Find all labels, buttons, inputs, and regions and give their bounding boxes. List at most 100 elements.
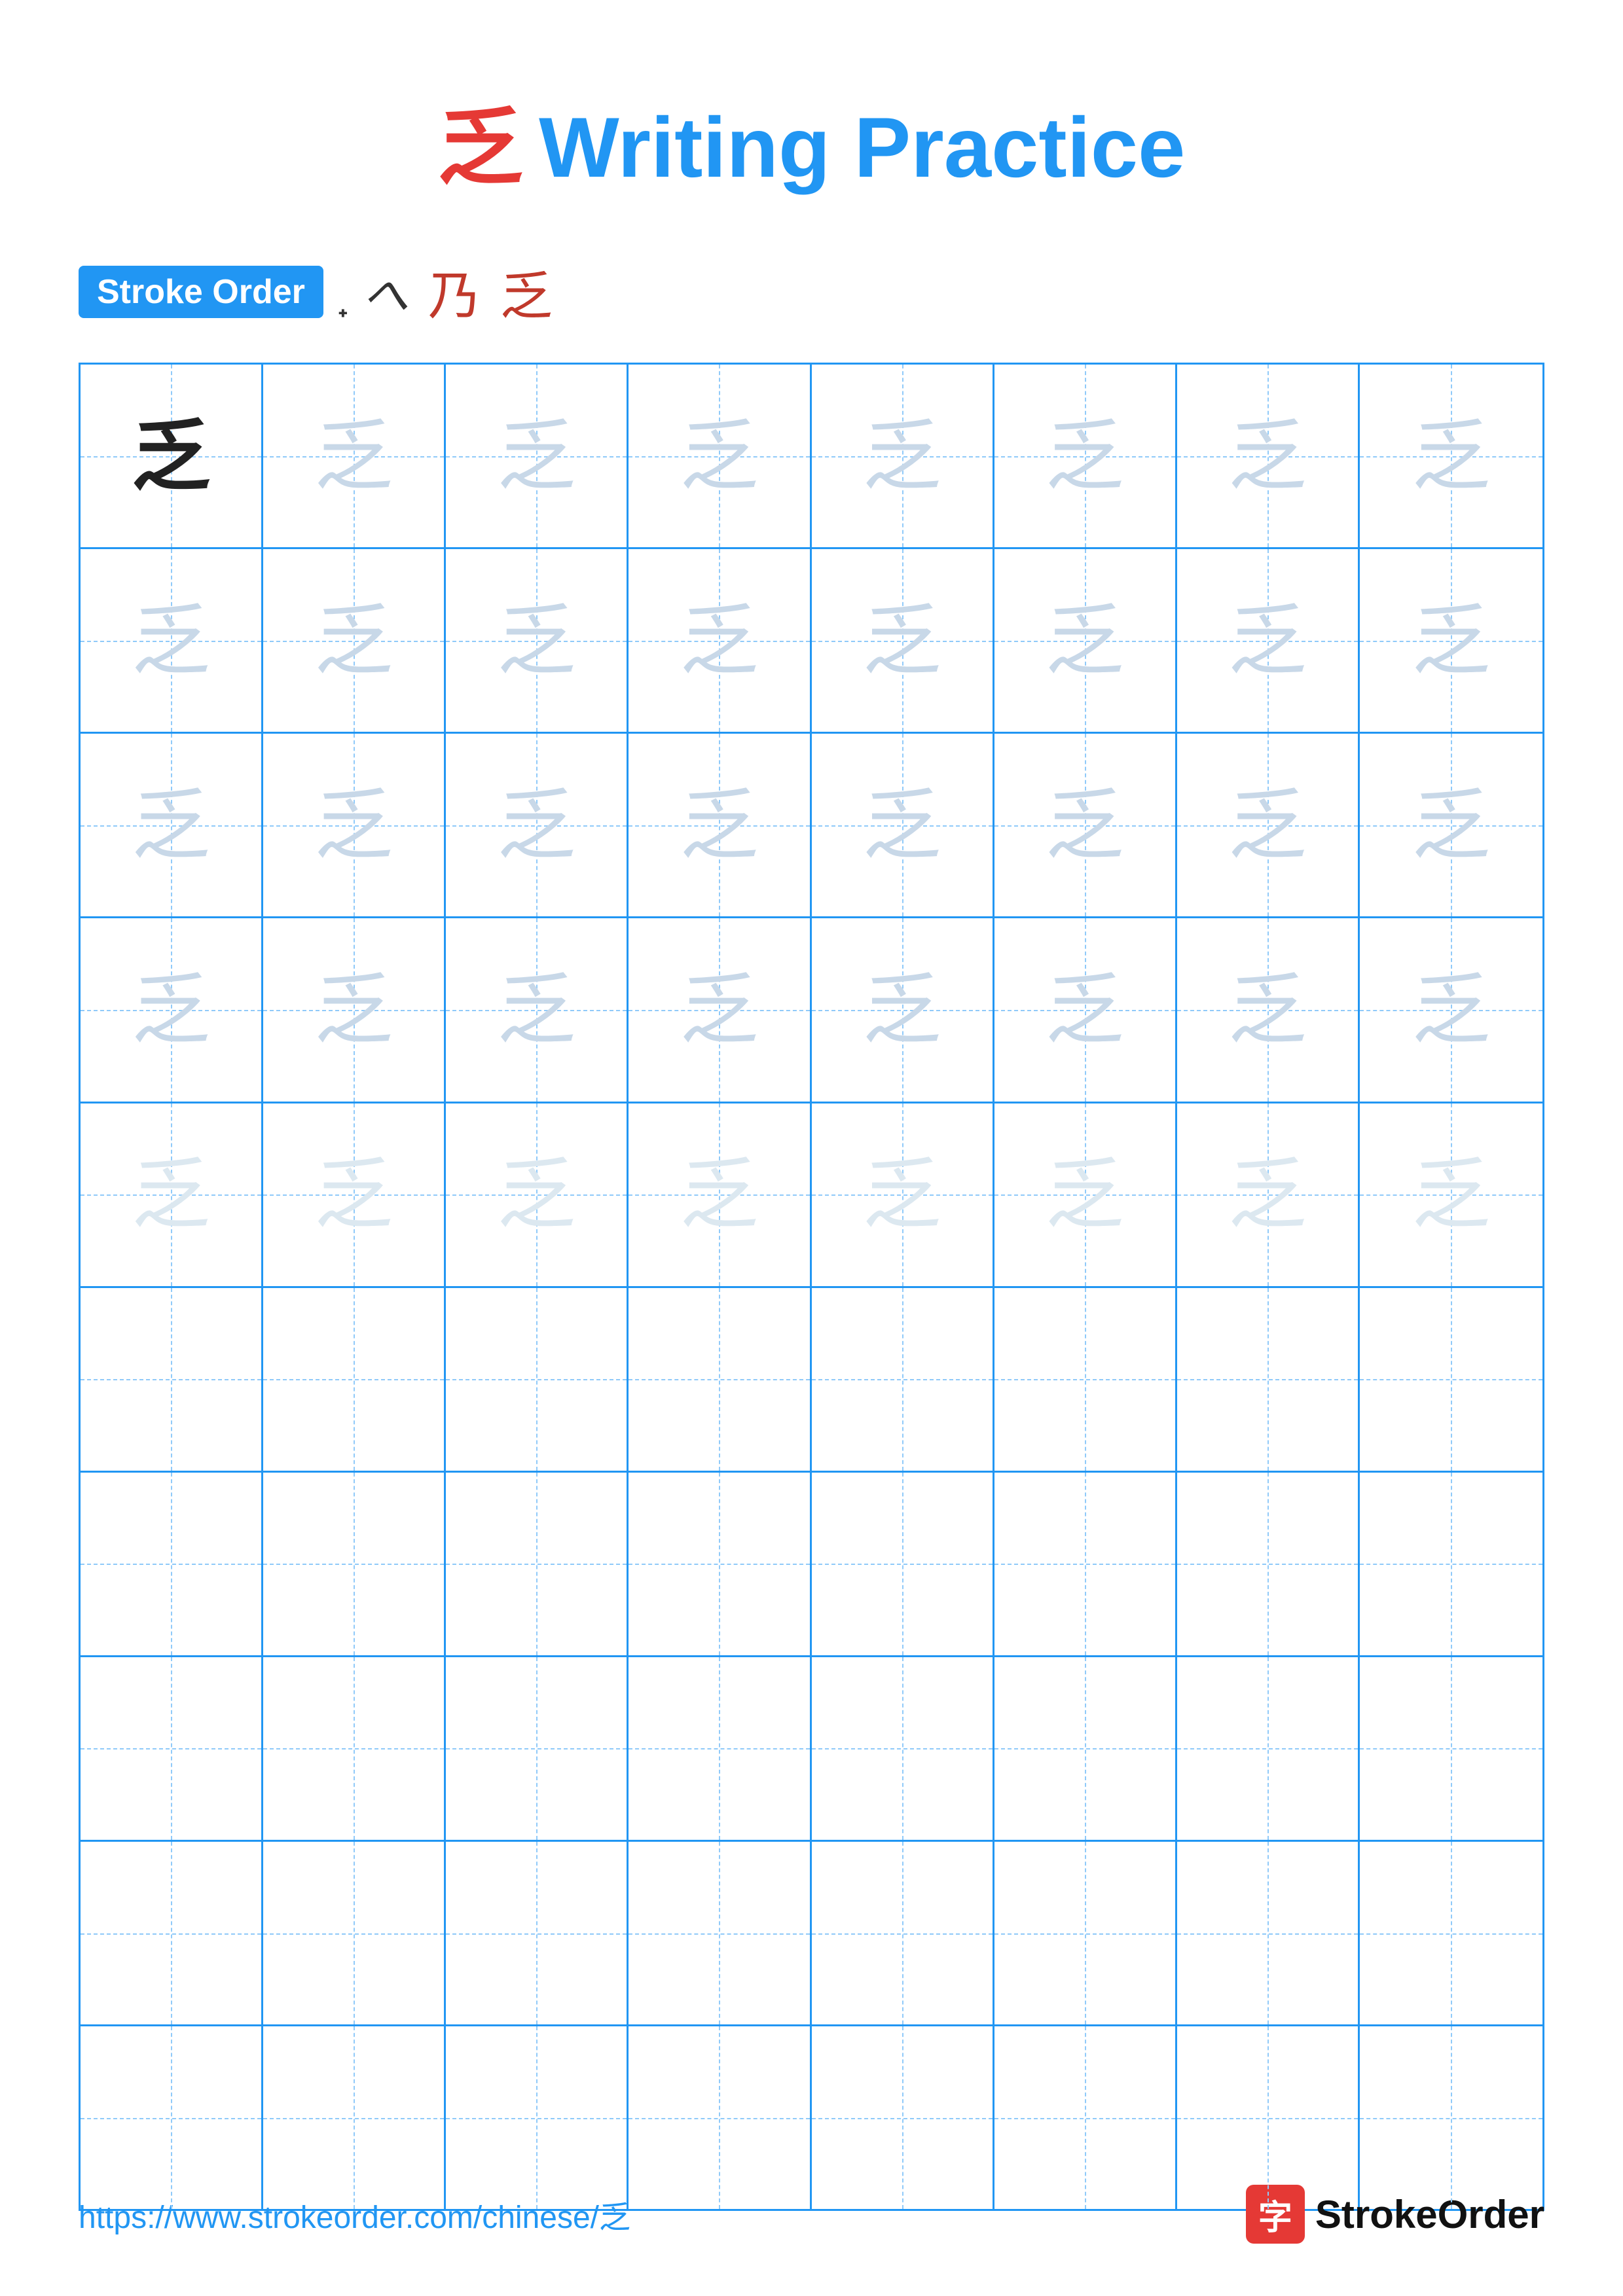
- grid-cell-4-4: 乏: [629, 918, 811, 1101]
- grid-row-10: [81, 2026, 1542, 2209]
- char-light: 乏: [863, 786, 941, 865]
- grid-row-4: 乏 乏 乏 乏 乏 乏 乏 乏: [81, 918, 1542, 1103]
- grid-cell-8-5: [812, 1657, 994, 1840]
- grid-cell-5-5: 乏: [812, 1103, 994, 1286]
- title-area: 乏 Writing Practice: [79, 52, 1544, 202]
- grid-cell-1-1: 乏: [81, 365, 263, 547]
- grid-cell-2-6: 乏: [994, 549, 1177, 732]
- grid-cell-1-3: 乏: [446, 365, 629, 547]
- grid-cell-4-3: 乏: [446, 918, 629, 1101]
- grid-cell-5-8: 乏: [1360, 1103, 1542, 1286]
- grid-cell-9-6: [994, 1842, 1177, 2024]
- grid-cell-5-6: 乏: [994, 1103, 1177, 1286]
- char-faint: 乏: [497, 1155, 575, 1234]
- footer-brand-icon: 字: [1246, 2185, 1305, 2244]
- grid-cell-4-2: 乏: [263, 918, 446, 1101]
- char-faint: 乏: [1046, 1155, 1124, 1234]
- char-light: 乏: [314, 601, 393, 680]
- char-faint: 乏: [314, 1155, 393, 1234]
- grid-cell-8-8: [1360, 1657, 1542, 1840]
- char-light: 乏: [863, 601, 941, 680]
- char-faint: 乏: [132, 1155, 210, 1234]
- grid-cell-5-7: 乏: [1177, 1103, 1360, 1286]
- char-light: 乏: [1412, 601, 1490, 680]
- grid-row-3: 乏 乏 乏 乏 乏 乏 乏 乏: [81, 734, 1542, 918]
- grid-cell-2-7: 乏: [1177, 549, 1360, 732]
- char-lighter: 乏: [132, 971, 210, 1049]
- grid-cell-4-6: 乏: [994, 918, 1177, 1101]
- char-faint: 乏: [1412, 1155, 1490, 1234]
- grid-cell-3-5: 乏: [812, 734, 994, 916]
- stroke-4: 乏: [500, 254, 553, 330]
- grid-cell-4-8: 乏: [1360, 918, 1542, 1101]
- grid-row-2: 乏 乏 乏 乏 乏 乏 乏 乏: [81, 549, 1542, 734]
- grid-cell-9-5: [812, 1842, 994, 2024]
- grid-cell-7-7: [1177, 1473, 1360, 1655]
- grid-cell-2-8: 乏: [1360, 549, 1542, 732]
- grid-cell-5-1: 乏: [81, 1103, 263, 1286]
- grid-cell-4-7: 乏: [1177, 918, 1360, 1101]
- grid-cell-7-3: [446, 1473, 629, 1655]
- grid-cell-4-5: 乏: [812, 918, 994, 1101]
- grid-row-8: [81, 1657, 1542, 1842]
- grid-cell-2-4: 乏: [629, 549, 811, 732]
- grid-cell-6-7: [1177, 1288, 1360, 1471]
- grid-cell-8-2: [263, 1657, 446, 1840]
- grid-row-9: [81, 1842, 1542, 2026]
- grid-cell-5-4: 乏: [629, 1103, 811, 1286]
- grid-cell-3-8: 乏: [1360, 734, 1542, 916]
- grid-cell-1-2: 乏: [263, 365, 446, 547]
- grid-cell-9-3: [446, 1842, 629, 2024]
- grid-row-1: 乏 乏 乏 乏 乏 乏 乏 乏: [81, 365, 1542, 549]
- grid-cell-3-4: 乏: [629, 734, 811, 916]
- grid-cell-10-1: [81, 2026, 263, 2209]
- grid-cell-7-5: [812, 1473, 994, 1655]
- grid-cell-3-2: 乏: [263, 734, 446, 916]
- char-lighter: 乏: [680, 971, 758, 1049]
- char-faint: 乏: [680, 1155, 758, 1234]
- char-light: 乏: [863, 417, 941, 495]
- title-chinese: 乏: [438, 99, 523, 195]
- grid-cell-3-7: 乏: [1177, 734, 1360, 916]
- char-lighter: 乏: [314, 971, 393, 1049]
- grid-cell-3-3: 乏: [446, 734, 629, 916]
- grid-cell-3-1: 乏: [81, 734, 263, 916]
- char-light: 乏: [1228, 417, 1307, 495]
- char-light: 乏: [132, 601, 210, 680]
- grid-cell-8-3: [446, 1657, 629, 1840]
- char-light: 乏: [132, 786, 210, 865]
- grid-cell-10-5: [812, 2026, 994, 2209]
- char-lighter: 乏: [1228, 971, 1307, 1049]
- char-light: 乏: [1228, 601, 1307, 680]
- grid-cell-2-1: 乏: [81, 549, 263, 732]
- grid-cell-1-5: 乏: [812, 365, 994, 547]
- char-light: 乏: [680, 417, 758, 495]
- char-light: 乏: [497, 601, 575, 680]
- stroke-order-section: Stroke Order ̟ へ 乃 乏: [79, 254, 1544, 330]
- grid-row-7: [81, 1473, 1542, 1657]
- grid-cell-8-1: [81, 1657, 263, 1840]
- grid-cell-8-6: [994, 1657, 1177, 1840]
- title-english: Writing Practice: [539, 99, 1185, 195]
- grid-cell-4-1: 乏: [81, 918, 263, 1101]
- char-faint: 乏: [863, 1155, 941, 1234]
- stroke-order-badge: Stroke Order: [79, 266, 323, 318]
- grid-cell-6-3: [446, 1288, 629, 1471]
- stroke-order-chars: ̟ へ 乃 乏: [343, 254, 553, 330]
- grid-cell-5-3: 乏: [446, 1103, 629, 1286]
- grid-cell-7-1: [81, 1473, 263, 1655]
- page-container: 乏 Writing Practice Stroke Order ̟ へ 乃 乏 …: [0, 0, 1623, 2296]
- char-light: 乏: [1412, 786, 1490, 865]
- char-light: 乏: [1046, 417, 1124, 495]
- grid-cell-2-3: 乏: [446, 549, 629, 732]
- char-faint: 乏: [1228, 1155, 1307, 1234]
- footer: https://www.strokeorder.com/chinese/乏 字 …: [79, 2185, 1544, 2244]
- char-lighter: 乏: [1046, 971, 1124, 1049]
- grid-cell-10-3: [446, 2026, 629, 2209]
- grid-cell-1-4: 乏: [629, 365, 811, 547]
- footer-brand-text: StrokeOrder: [1315, 2192, 1544, 2237]
- grid-cell-2-5: 乏: [812, 549, 994, 732]
- grid-cell-1-7: 乏: [1177, 365, 1360, 547]
- practice-grid: 乏 乏 乏 乏 乏 乏 乏 乏: [79, 363, 1544, 2211]
- stroke-3: 乃: [428, 254, 481, 330]
